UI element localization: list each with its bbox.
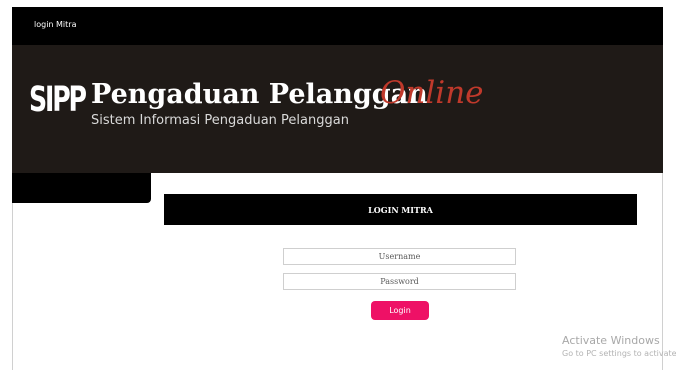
login-panel-header: LOGIN MITRA: [164, 194, 637, 225]
header-banner: SIPP Pengaduan Pelanggan Online Sistem I…: [12, 45, 663, 173]
sidebar-block: [12, 173, 151, 203]
login-button[interactable]: Login: [371, 301, 429, 320]
top-strip: [0, 0, 676, 7]
top-navbar: login Mitra: [12, 7, 663, 45]
activate-windows-title: Activate Windows: [562, 334, 660, 347]
username-input[interactable]: [283, 248, 516, 265]
site-subtitle: Sistem Informasi Pengaduan Pelanggan: [91, 113, 349, 128]
nav-login-mitra-link[interactable]: login Mitra: [34, 20, 76, 29]
sipp-logo: SIPP: [29, 80, 87, 120]
site-title-accent: Online: [380, 75, 484, 111]
activate-windows-subtitle: Go to PC settings to activate Windows.: [562, 349, 676, 358]
password-input[interactable]: [283, 273, 516, 290]
site-title: Pengaduan Pelanggan: [91, 79, 428, 110]
